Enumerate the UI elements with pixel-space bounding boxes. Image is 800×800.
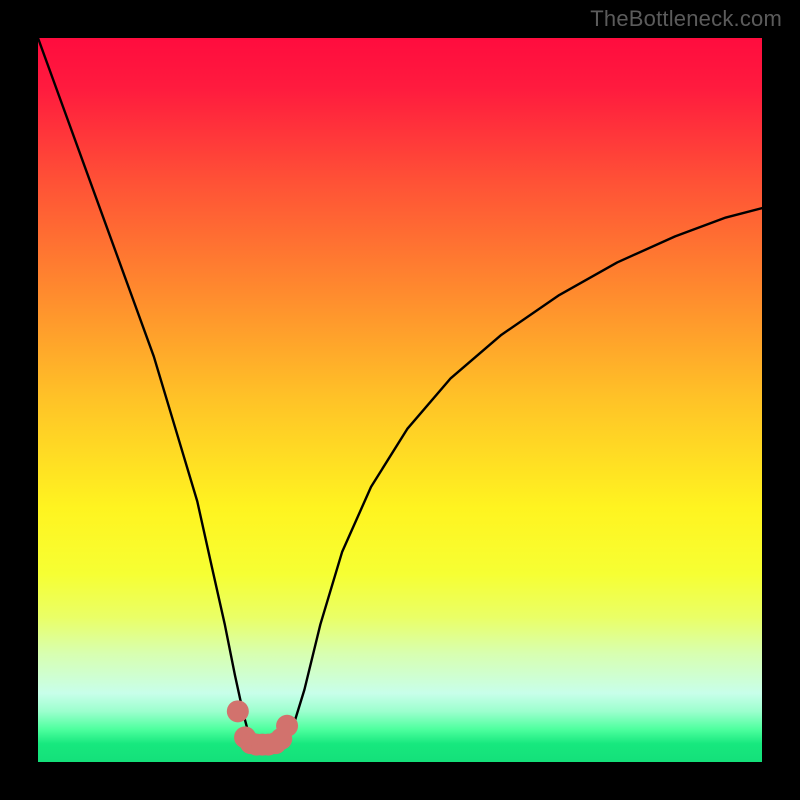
highlight-dot (227, 700, 249, 722)
gradient-background (38, 38, 762, 762)
chart-canvas (38, 38, 762, 762)
highlight-dot (276, 715, 298, 737)
plot-area (38, 38, 762, 762)
chart-frame: TheBottleneck.com (0, 0, 800, 800)
watermark-text: TheBottleneck.com (590, 6, 782, 32)
